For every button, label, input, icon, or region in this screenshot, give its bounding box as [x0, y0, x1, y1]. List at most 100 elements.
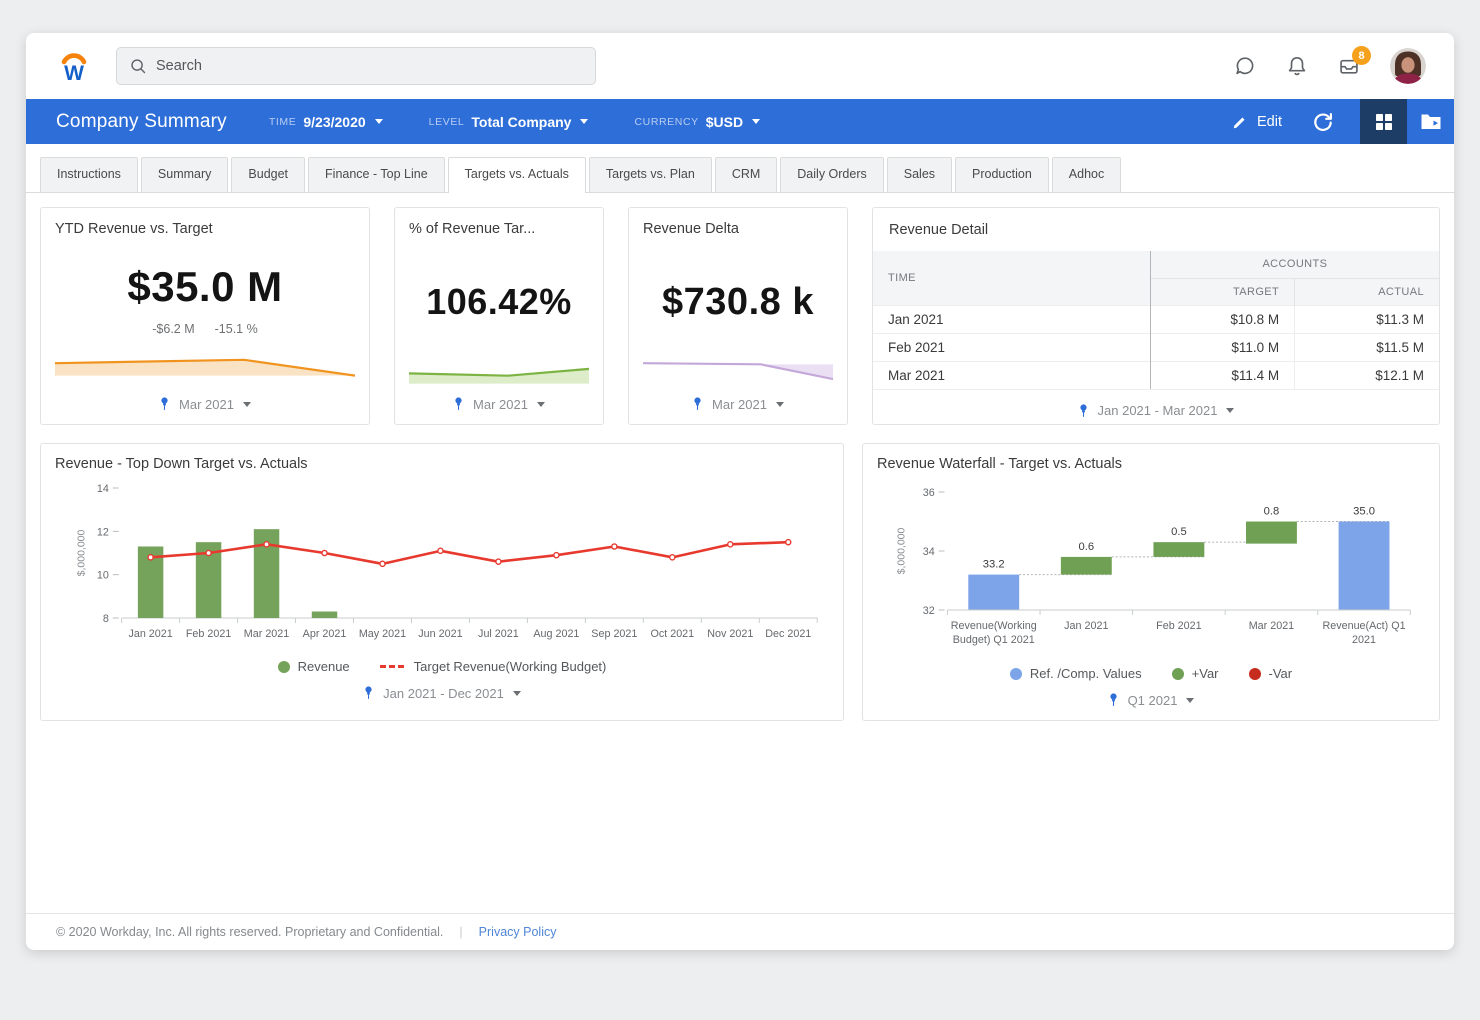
legend-label: Ref. /Comp. Values	[1030, 666, 1142, 681]
chevron-down-icon	[1186, 698, 1194, 703]
tab-sales[interactable]: Sales	[887, 157, 952, 192]
svg-text:Dec 2021: Dec 2021	[765, 628, 811, 640]
svg-text:36: 36	[923, 487, 935, 499]
grid-view-button[interactable]	[1360, 99, 1407, 144]
search-input[interactable]	[156, 58, 583, 74]
tab-summary[interactable]: Summary	[141, 157, 228, 192]
time-filter-value: 9/23/2020	[303, 114, 365, 130]
sparkline-chart	[55, 353, 355, 387]
privacy-policy-link[interactable]: Privacy Policy	[479, 925, 557, 939]
time-pin-selector[interactable]: Q1 2021	[877, 683, 1425, 710]
tab-targets-vs-plan[interactable]: Targets vs. Plan	[589, 157, 712, 192]
kpi-delta-percent: -15.1 %	[215, 322, 258, 336]
workday-logo-icon[interactable]: W	[56, 48, 92, 84]
tab-instructions[interactable]: Instructions	[40, 157, 138, 192]
pin-label: Jan 2021 - Mar 2021	[1098, 403, 1218, 418]
kpi-title: % of Revenue Tar...	[409, 221, 589, 237]
pin-label: Mar 2021	[473, 397, 528, 412]
pin-label: Mar 2021	[712, 397, 767, 412]
tab-adhoc[interactable]: Adhoc	[1052, 157, 1121, 192]
pencil-icon	[1232, 114, 1248, 130]
time-pin-selector[interactable]: Mar 2021	[409, 387, 589, 414]
time-pin-selector[interactable]: Jan 2021 - Mar 2021	[873, 389, 1439, 424]
revenue-combo-chart: 8101214$,000,000Jan 2021Feb 2021Mar 2021…	[55, 478, 829, 656]
column-header-time: TIME	[873, 251, 1150, 305]
svg-text:10: 10	[97, 570, 109, 582]
copyright-text: © 2020 Workday, Inc. All rights reserved…	[56, 925, 443, 939]
notifications-bell-icon[interactable]	[1286, 55, 1308, 77]
time-pin-selector[interactable]: Mar 2021	[55, 387, 355, 414]
kpi-deltas: -$6.2 M -15.1 %	[55, 322, 355, 336]
sparkline-chart	[643, 353, 833, 387]
table-row: Feb 2021 $11.0 M $11.5 M	[873, 333, 1439, 361]
waterfall-chart-card: Revenue Waterfall - Target vs. Actuals 3…	[862, 443, 1440, 721]
dashboard-header-bar: Company Summary TIME 9/23/2020 LEVEL Tot…	[26, 99, 1454, 144]
legend-label: +Var	[1192, 666, 1219, 681]
kpi-delta-value: -$6.2 M	[152, 322, 194, 336]
top-bar: W 8	[26, 33, 1454, 99]
legend-item-negvar: -Var	[1249, 666, 1293, 681]
currency-filter[interactable]: CURRENCY $USD	[634, 114, 760, 130]
folder-icon	[1420, 112, 1442, 131]
kpi-row: YTD Revenue vs. Target $35.0 M -$6.2 M -…	[40, 207, 1440, 425]
svg-text:Jun 2021: Jun 2021	[418, 628, 462, 640]
dashboard-tabs: Instructions Summary Budget Finance - To…	[26, 144, 1454, 193]
kpi-card-pct-of-target: % of Revenue Tar... 106.42% Mar 2021	[394, 207, 604, 425]
svg-text:0.8: 0.8	[1264, 505, 1280, 517]
search-box	[116, 47, 596, 85]
level-filter-label: LEVEL	[429, 116, 465, 128]
chevron-down-icon	[243, 402, 251, 407]
time-pin-selector[interactable]: Mar 2021	[643, 387, 833, 414]
svg-text:Jan 2021: Jan 2021	[128, 628, 172, 640]
folder-view-button[interactable]	[1407, 99, 1454, 144]
level-filter[interactable]: LEVEL Total Company	[429, 114, 589, 130]
pin-icon	[159, 396, 170, 412]
page-title: Company Summary	[56, 111, 227, 133]
cell-target: $10.8 M	[1150, 305, 1294, 333]
edit-button[interactable]: Edit	[1232, 114, 1282, 130]
currency-filter-label: CURRENCY	[634, 116, 698, 128]
legend-item-posvar: +Var	[1172, 666, 1219, 681]
time-filter[interactable]: TIME 9/23/2020	[269, 114, 383, 130]
svg-text:Revenue(Act) Q12021: Revenue(Act) Q12021	[1322, 620, 1405, 646]
profile-avatar[interactable]	[1390, 48, 1426, 84]
time-pin-selector[interactable]: Jan 2021 - Dec 2021	[55, 676, 829, 703]
tab-production[interactable]: Production	[955, 157, 1049, 192]
legend-item-target: Target Revenue(Working Budget)	[380, 659, 607, 674]
tab-budget[interactable]: Budget	[231, 157, 305, 192]
pin-label: Q1 2021	[1128, 693, 1178, 708]
tab-crm[interactable]: CRM	[715, 157, 777, 192]
cell-actual: $12.1 M	[1295, 361, 1439, 389]
cell-target: $11.0 M	[1150, 333, 1294, 361]
svg-text:14: 14	[97, 483, 109, 495]
header-actions: Edit	[1232, 99, 1454, 144]
svg-text:Feb 2021: Feb 2021	[186, 628, 231, 640]
footer-divider: |	[459, 925, 462, 939]
tab-daily-orders[interactable]: Daily Orders	[780, 157, 883, 192]
column-group-accounts: ACCOUNTS	[1150, 251, 1439, 278]
inbox-icon[interactable]: 8	[1338, 55, 1360, 77]
tab-targets-vs-actuals[interactable]: Targets vs. Actuals	[448, 157, 586, 193]
grid-icon	[1374, 112, 1394, 132]
edit-button-label: Edit	[1257, 114, 1282, 130]
column-header-target: TARGET	[1150, 278, 1294, 305]
svg-text:Mar 2021: Mar 2021	[244, 628, 289, 640]
ref-legend-dot	[1010, 668, 1022, 680]
chevron-down-icon	[776, 402, 784, 407]
dashboard-content: YTD Revenue vs. Target $35.0 M -$6.2 M -…	[26, 193, 1454, 913]
legend-label: Revenue	[298, 659, 350, 674]
chevron-down-icon	[537, 402, 545, 407]
refresh-icon[interactable]	[1312, 111, 1334, 133]
tab-finance-top-line[interactable]: Finance - Top Line	[308, 157, 445, 192]
chat-icon[interactable]	[1234, 55, 1256, 77]
svg-text:0.6: 0.6	[1079, 541, 1095, 553]
posvar-legend-dot	[1172, 668, 1184, 680]
kpi-title: YTD Revenue vs. Target	[55, 221, 355, 237]
svg-text:$,000,000: $,000,000	[76, 529, 87, 576]
chevron-down-icon	[513, 691, 521, 696]
kpi-value: $730.8 k	[643, 281, 833, 324]
chevron-down-icon	[580, 119, 588, 124]
svg-text:Jul 2021: Jul 2021	[478, 628, 519, 640]
svg-text:May 2021: May 2021	[359, 628, 406, 640]
svg-text:Feb 2021: Feb 2021	[1156, 620, 1201, 632]
